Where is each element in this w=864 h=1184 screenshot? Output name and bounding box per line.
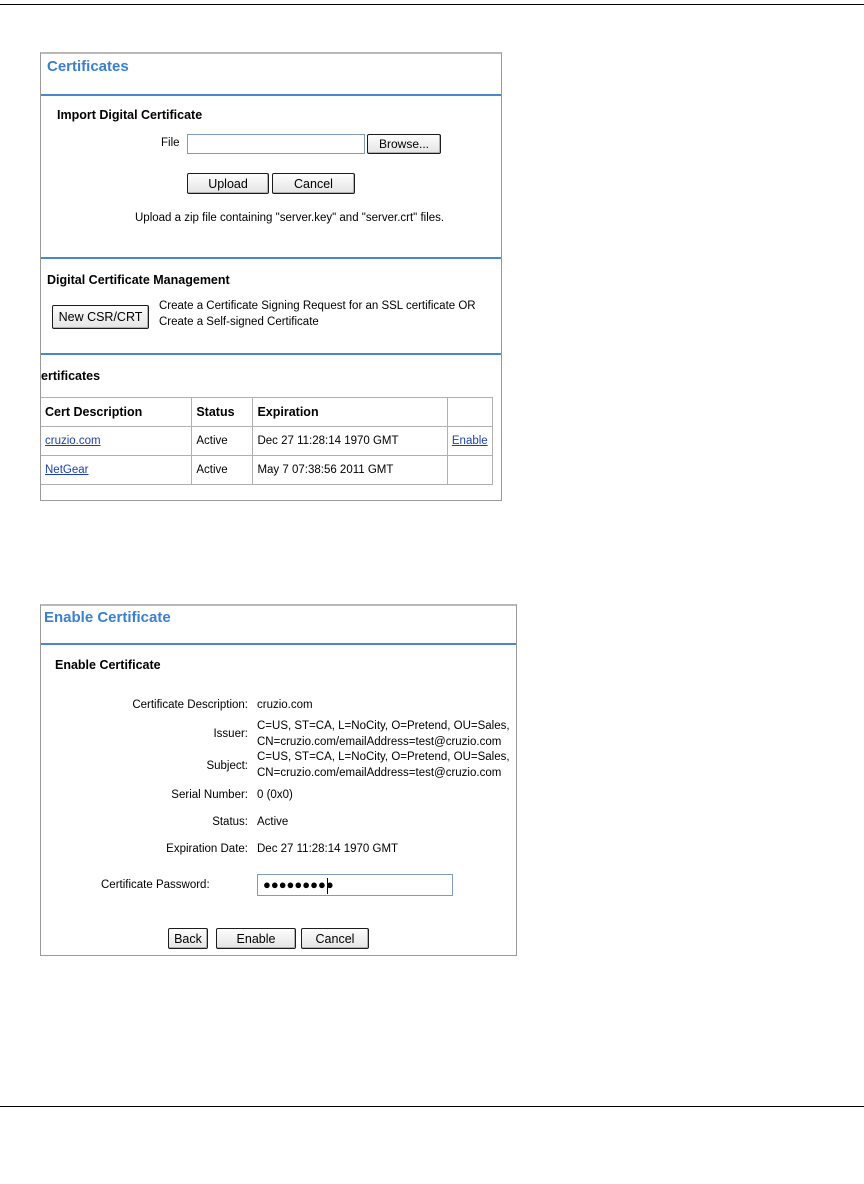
description-label: Certificate Description: (132, 699, 248, 711)
panel-title: Certificates (47, 58, 129, 75)
cert-status: Active (191, 455, 254, 485)
import-help-text: Upload a zip file containing "server.key… (135, 212, 445, 224)
subject-label: Subject: (206, 760, 248, 772)
top-page-rule (0, 4, 864, 5)
expiration-date-value: Dec 27 11:28:14 1970 GMT (257, 843, 399, 855)
password-mask: ●●●●●●●●● (263, 877, 334, 892)
column-header-action (446, 397, 494, 427)
serial-number-value: 0 (0x0) (257, 789, 293, 801)
import-heading: Import Digital Certificate (57, 108, 203, 122)
panel-title: Enable Certificate (44, 609, 171, 626)
enable-heading: Enable Certificate (55, 658, 161, 672)
cert-link-cruzio[interactable]: cruzio.com (45, 435, 101, 447)
issuer-value-line2: CN=cruzio.com/emailAddress=test@cruzio.c… (257, 736, 502, 748)
csr-description-line1: Create a Certificate Signing Request for… (159, 300, 476, 312)
enable-link[interactable]: Enable (452, 435, 488, 447)
management-divider (41, 353, 501, 355)
status-label: Status: (212, 816, 248, 828)
subject-value-line2: CN=cruzio.com/emailAddress=test@cruzio.c… (257, 767, 502, 779)
table-row: NetGear Active May 7 07:38:56 2011 GMT (41, 455, 494, 485)
cancel-enable-button[interactable]: Cancel (301, 928, 369, 949)
certificate-password-input[interactable]: ●●●●●●●●● (257, 874, 453, 896)
import-divider (41, 257, 501, 259)
password-label: Certificate Password: (101, 879, 210, 891)
subject-value-line1: C=US, ST=CA, L=NoCity, O=Pretend, OU=Sal… (257, 751, 510, 763)
back-button[interactable]: Back (168, 928, 208, 949)
certificates-table: Cert Description Status Expiration cruzi… (41, 397, 494, 485)
browse-button[interactable]: Browse... (367, 134, 441, 154)
column-header-status: Status (191, 397, 254, 427)
issuer-label: Issuer: (213, 728, 248, 740)
serial-number-label: Serial Number: (171, 789, 248, 801)
text-caret (327, 878, 328, 894)
description-value: cruzio.com (257, 699, 313, 711)
cert-status: Active (191, 426, 254, 456)
table-header-row: Cert Description Status Expiration (41, 397, 494, 427)
csr-description-line2: Create a Self-signed Certificate (159, 316, 319, 328)
column-header-cert-description: Cert Description (41, 397, 193, 427)
bottom-page-rule (0, 1106, 864, 1107)
certificates-panel: Certificates Import Digital Certificate … (40, 52, 502, 501)
expiration-date-label: Expiration Date: (166, 843, 248, 855)
file-input[interactable] (187, 134, 365, 154)
cert-action-empty (446, 455, 494, 485)
title-divider (41, 94, 501, 96)
new-csr-crt-button[interactable]: New CSR/CRT (52, 305, 149, 329)
cancel-import-button[interactable]: Cancel (272, 173, 355, 194)
management-heading: Digital Certificate Management (47, 273, 230, 287)
upload-button[interactable]: Upload (187, 173, 269, 194)
file-label: File (161, 137, 180, 149)
title-divider (41, 643, 516, 645)
column-header-expiration: Expiration (252, 397, 448, 427)
certificates-list-heading: ertificates (41, 369, 101, 383)
cert-expiration: May 7 07:38:56 2011 GMT (252, 455, 448, 485)
enable-button[interactable]: Enable (216, 928, 296, 949)
cert-link-netgear[interactable]: NetGear (45, 464, 88, 476)
enable-certificate-panel: Enable Certificate Enable Certificate Ce… (40, 604, 517, 956)
issuer-value-line1: C=US, ST=CA, L=NoCity, O=Pretend, OU=Sal… (257, 720, 510, 732)
table-row: cruzio.com Active Dec 27 11:28:14 1970 G… (41, 426, 494, 456)
cert-expiration: Dec 27 11:28:14 1970 GMT (252, 426, 448, 456)
status-value: Active (257, 816, 289, 828)
